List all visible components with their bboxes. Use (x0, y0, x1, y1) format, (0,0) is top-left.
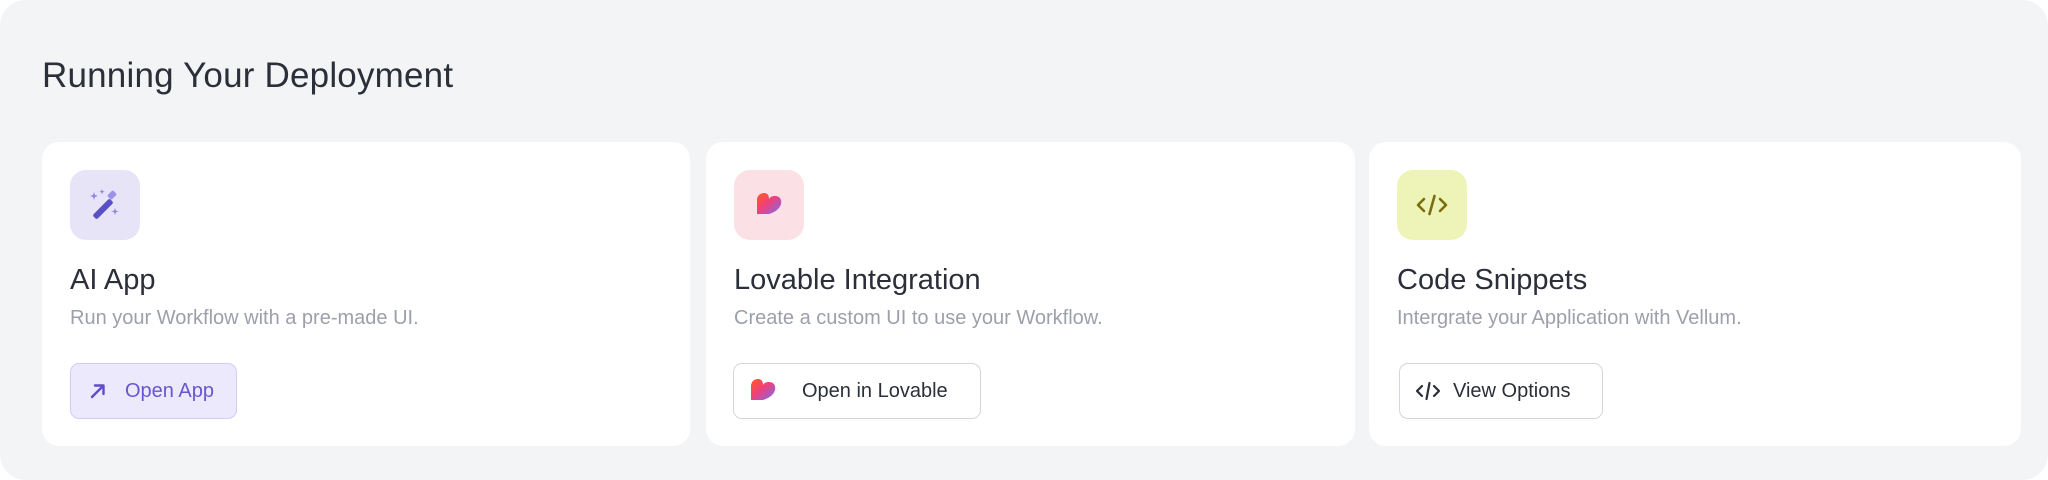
magic-wand-icon (90, 189, 119, 219)
section-title: Running Your Deployment (42, 56, 454, 95)
card-description: Create a custom UI to use your Workflow. (734, 307, 1103, 329)
open-app-label: Open App (125, 379, 214, 402)
card-title: Code Snippets (1397, 264, 1588, 296)
card-ai-app: AI App Run your Workflow with a pre-made… (42, 142, 690, 446)
arrow-up-right-icon (87, 380, 109, 402)
code-icon (1415, 380, 1441, 402)
lovable-icon-tile (734, 170, 804, 240)
card-title: AI App (70, 264, 156, 296)
card-lovable-integration: Lovable Integration Create a custom UI t… (706, 142, 1355, 446)
card-title: Lovable Integration (734, 264, 981, 296)
lovable-heart-icon (757, 193, 782, 214)
view-options-label: View Options (1453, 379, 1571, 402)
card-description: Intergrate your Application with Vellum. (1397, 307, 1742, 329)
ai-app-icon-tile (70, 170, 140, 240)
open-in-lovable-label: Open in Lovable (802, 379, 948, 402)
code-icon (1416, 194, 1448, 216)
open-in-lovable-button[interactable]: Open in Lovable (733, 363, 981, 419)
code-icon-tile (1397, 170, 1467, 240)
card-description: Run your Workflow with a pre-made UI. (70, 307, 419, 329)
deployment-panel: Running Your Deployment AI App Run your … (0, 0, 2048, 480)
open-app-button[interactable]: Open App (70, 363, 237, 419)
view-options-button[interactable]: View Options (1399, 363, 1603, 419)
card-code-snippets: Code Snippets Intergrate your Applicatio… (1369, 142, 2021, 446)
lovable-heart-icon (748, 376, 778, 406)
